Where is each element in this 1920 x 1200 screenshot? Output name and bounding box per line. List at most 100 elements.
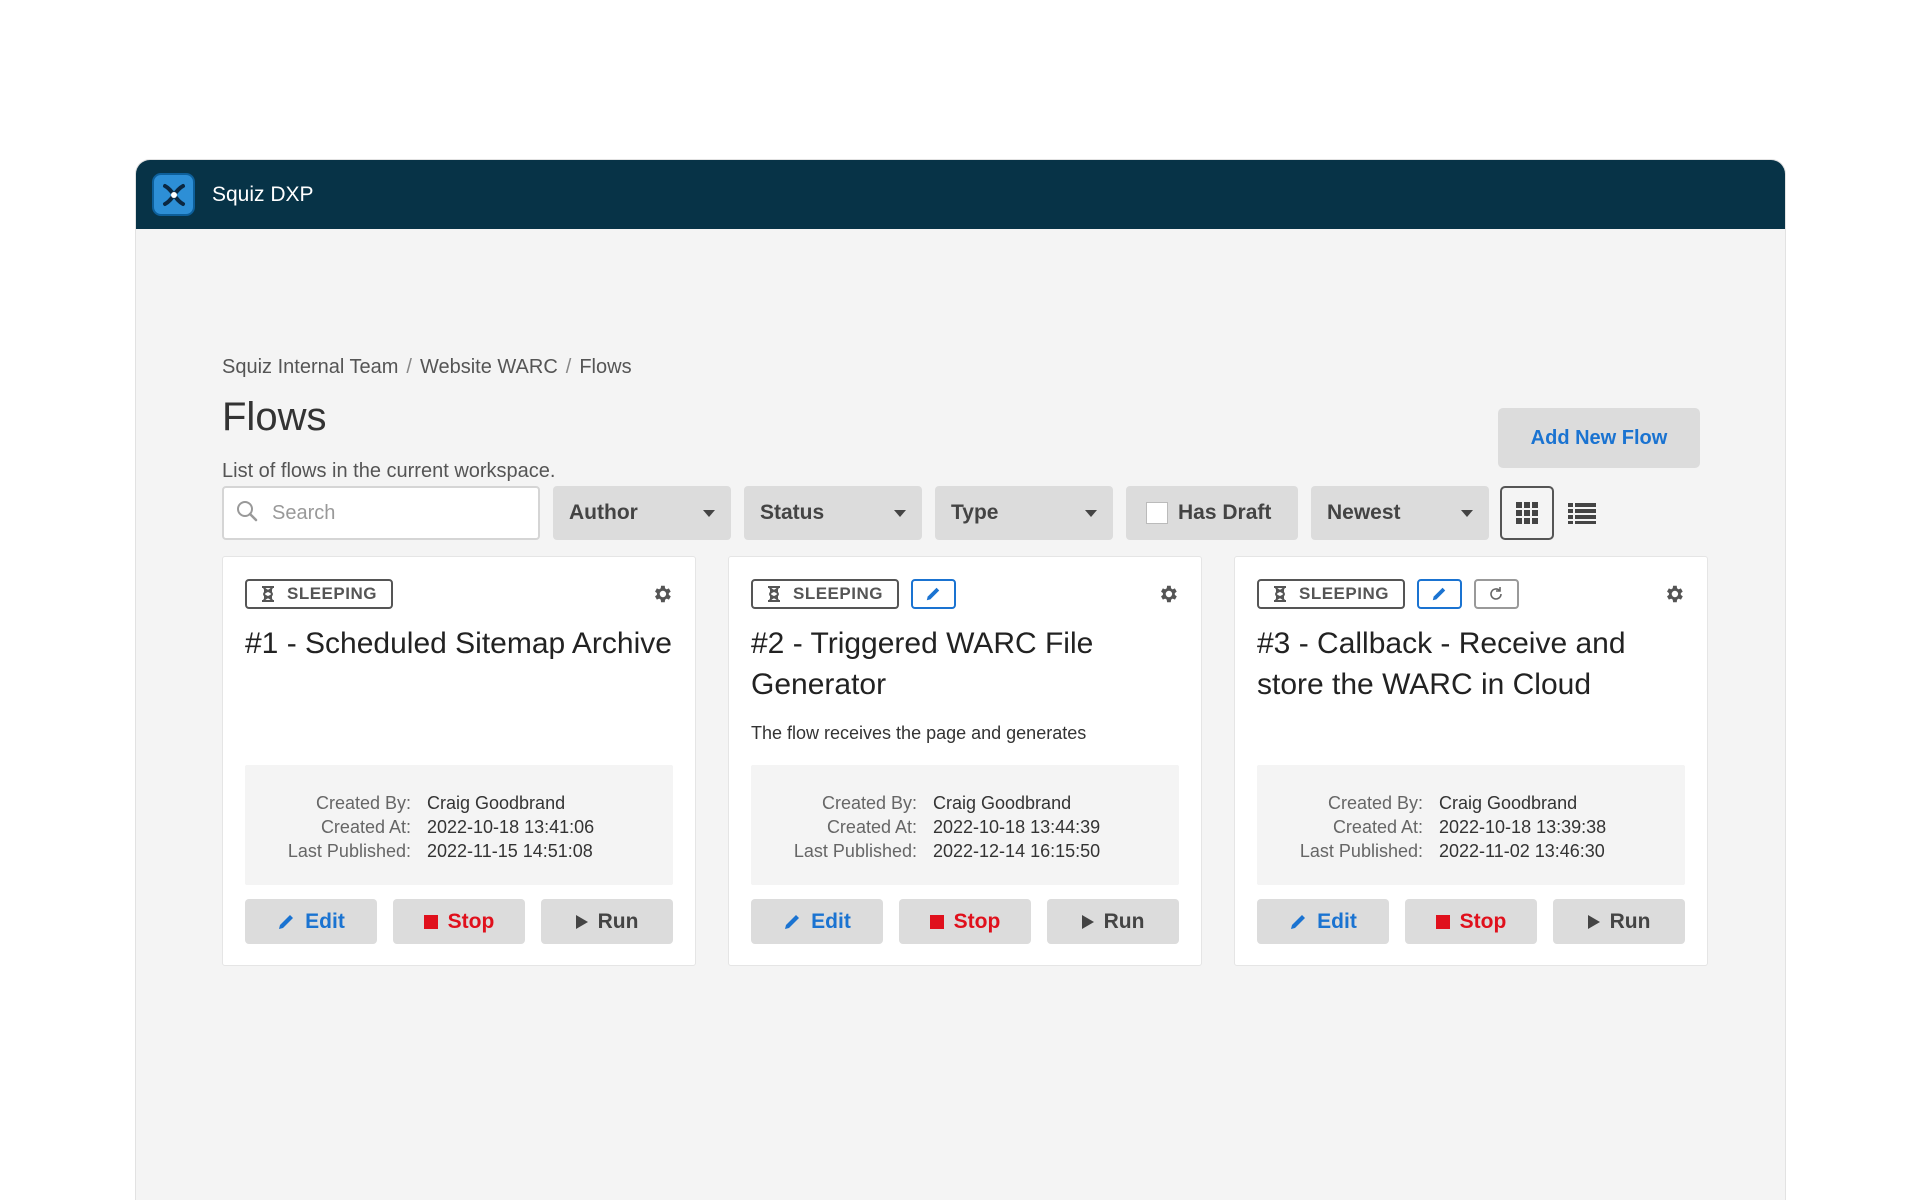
- sort-label: Newest: [1327, 501, 1401, 524]
- gear-icon[interactable]: [1663, 583, 1685, 610]
- grid-view-button[interactable]: [1500, 486, 1554, 540]
- flow-card[interactable]: SLEEPING #3 - Callback - Receive and sto…: [1234, 556, 1708, 966]
- last-published-label: Last Published:: [793, 841, 917, 861]
- edit-label: Edit: [305, 909, 345, 933]
- status-label: SLEEPING: [1299, 584, 1389, 603]
- has-draft-label: Has Draft: [1178, 501, 1272, 524]
- last-published-value: 2022-11-15 14:51:08: [427, 841, 593, 861]
- edit-label: Edit: [811, 909, 851, 933]
- status-badge: SLEEPING: [1257, 579, 1405, 609]
- breadcrumb: Squiz Internal Team / Website WARC / Flo…: [222, 356, 1700, 379]
- stop-icon: [423, 914, 438, 929]
- created-at-value: 2022-10-18 13:41:06: [427, 817, 595, 837]
- gear-icon[interactable]: [651, 583, 673, 610]
- hourglass-icon: [768, 586, 780, 602]
- filter-bar: Author Status Type Has Draft Newest: [222, 486, 1602, 540]
- status-label: SLEEPING: [287, 584, 377, 603]
- list-icon: [1568, 503, 1596, 524]
- pencil-icon: [1289, 913, 1307, 931]
- search-box[interactable]: [222, 486, 540, 540]
- search-icon: [236, 500, 258, 527]
- breadcrumb-item-workspace[interactable]: Website WARC: [420, 356, 558, 379]
- gear-icon[interactable]: [1157, 583, 1179, 610]
- hourglass-icon: [262, 586, 274, 602]
- flow-meta: Created By: Craig Goodbrand Created At: 20…: [1257, 765, 1685, 885]
- list-view-button[interactable]: [1562, 486, 1602, 540]
- chevron-down-icon: [1085, 509, 1097, 517]
- breadcrumb-item-current: Flows: [579, 356, 632, 378]
- author-filter-label: Author: [569, 501, 638, 524]
- last-published-value: 2022-12-14 16:15:50: [933, 841, 1101, 861]
- type-filter-label: Type: [951, 501, 999, 524]
- stop-button[interactable]: Stop: [393, 899, 525, 944]
- created-by-value: Craig Goodbrand: [933, 793, 1072, 813]
- draft-chip[interactable]: [1416, 579, 1462, 609]
- app-title: Squiz DXP: [212, 182, 314, 206]
- draft-chip[interactable]: [910, 579, 956, 609]
- status-badge: SLEEPING: [751, 579, 899, 609]
- squiz-logo-icon[interactable]: [152, 173, 195, 216]
- created-at-label: Created At:: [1332, 817, 1423, 837]
- main-content: Squiz Internal Team / Website WARC / Flo…: [222, 356, 1708, 966]
- scheduled-chip[interactable]: [1473, 579, 1519, 609]
- refresh-icon: [1490, 587, 1503, 600]
- flow-description: The flow receives the page and generates: [751, 723, 1087, 743]
- created-by-value: Craig Goodbrand: [1439, 793, 1578, 813]
- flow-card[interactable]: SLEEPING #2 - Triggered WARC File Genera…: [728, 556, 1202, 966]
- last-published-label: Last Published:: [287, 841, 411, 861]
- flow-title[interactable]: #2 - Triggered WARC File Generator: [751, 623, 1179, 705]
- stop-label: Stop: [1459, 909, 1507, 933]
- pencil-icon: [927, 587, 940, 601]
- flow-meta: Created By: Craig Goodbrand Created At: 20…: [245, 765, 673, 885]
- created-at-label: Created At:: [826, 817, 917, 837]
- breadcrumb-item-team[interactable]: Squiz Internal Team: [222, 356, 398, 379]
- chevron-down-icon: [1461, 509, 1473, 517]
- status-badge: SLEEPING: [245, 579, 393, 609]
- sort-dropdown[interactable]: Newest: [1311, 486, 1489, 540]
- author-filter-dropdown[interactable]: Author: [553, 486, 731, 540]
- pencil-icon: [1433, 587, 1446, 601]
- page-title: Flows: [222, 395, 327, 439]
- edit-button[interactable]: Edit: [1257, 899, 1389, 944]
- flow-meta: Created By: Craig Goodbrand Created At: 20…: [751, 765, 1179, 885]
- pencil-icon: [783, 913, 801, 931]
- has-draft-filter[interactable]: Has Draft: [1126, 486, 1298, 540]
- run-button[interactable]: Run: [541, 899, 673, 944]
- created-by-value: Craig Goodbrand: [427, 793, 566, 813]
- last-published-value: 2022-11-02 13:46:30: [1439, 841, 1605, 861]
- play-icon: [1587, 914, 1600, 929]
- edit-label: Edit: [1317, 909, 1357, 933]
- chevron-down-icon: [894, 509, 906, 517]
- flow-card-grid: SLEEPING #1 - Scheduled Sitemap Archive …: [222, 556, 1708, 966]
- flow-description: [245, 723, 673, 745]
- status-filter-dropdown[interactable]: Status: [744, 486, 922, 540]
- flow-title[interactable]: #3 - Callback - Receive and store the WA…: [1257, 623, 1685, 705]
- flow-description: [1257, 723, 1685, 745]
- flow-title[interactable]: #1 - Scheduled Sitemap Archive: [245, 623, 673, 705]
- run-button[interactable]: Run: [1047, 899, 1179, 944]
- add-new-flow-button[interactable]: Add New Flow: [1498, 408, 1700, 468]
- breadcrumb-separator: /: [565, 356, 572, 378]
- status-filter-label: Status: [760, 501, 825, 524]
- app-window: Squiz DXP Squiz Internal Team / Website …: [136, 160, 1785, 1200]
- type-filter-dropdown[interactable]: Type: [935, 486, 1113, 540]
- stop-button[interactable]: Stop: [899, 899, 1031, 944]
- run-label: Run: [597, 909, 639, 933]
- pencil-icon: [277, 913, 295, 931]
- grid-icon: [1516, 502, 1538, 524]
- edit-button[interactable]: Edit: [245, 899, 377, 944]
- chevron-down-icon: [703, 509, 715, 517]
- stop-button[interactable]: Stop: [1405, 899, 1537, 944]
- edit-button[interactable]: Edit: [751, 899, 883, 944]
- search-input[interactable]: [272, 501, 512, 525]
- created-by-label: Created By:: [1327, 793, 1423, 813]
- created-by-label: Created By:: [821, 793, 917, 813]
- run-button[interactable]: Run: [1553, 899, 1685, 944]
- breadcrumb-separator: /: [406, 356, 412, 378]
- play-icon: [1081, 914, 1094, 929]
- play-icon: [575, 914, 588, 929]
- stop-label: Stop: [953, 909, 1001, 933]
- flow-card[interactable]: SLEEPING #1 - Scheduled Sitemap Archive …: [222, 556, 696, 966]
- has-draft-checkbox[interactable]: [1146, 502, 1168, 524]
- created-at-label: Created At:: [320, 817, 411, 837]
